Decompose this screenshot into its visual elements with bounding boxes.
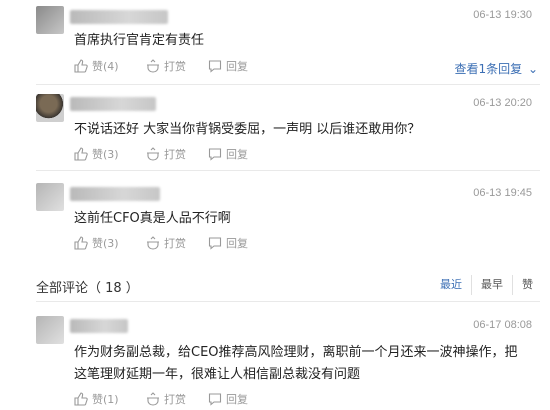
comment-time: 06-13 19:30 [473,9,532,21]
comment-actions: 赞(3) 打赏 回复 [74,146,274,164]
reply-button[interactable]: 回复 [208,235,248,251]
reply-label: 回复 [226,237,248,250]
thumbs-up-icon [74,147,88,161]
comment-item: 06-13 19:30 首席执行官肯定有责任 赞(4) 打赏 回复 查看1条回复… [0,0,550,84]
comment-time: 06-17 08:08 [473,319,532,331]
reply-label: 回复 [226,60,248,73]
sort-tab-likes[interactable]: 赞 [512,275,542,295]
sort-tab-latest[interactable]: 最近 [431,275,471,295]
chevron-down-icon: ⌄ [527,62,538,76]
comment-text: 这前任CFO真是人品不行啊 [74,211,231,226]
chat-bubble-icon [208,147,222,161]
reply-button[interactable]: 回复 [208,391,248,407]
comment-actions: 赞(1) 打赏 回复 [74,391,274,409]
reply-label: 回复 [226,148,248,161]
sort-tabs: 最近 最早 赞 [431,275,542,295]
avatar[interactable] [36,316,64,344]
chat-bubble-icon [208,392,222,406]
thumbs-up-icon [74,236,88,250]
tip-button[interactable]: 打赏 [146,146,186,162]
tip-button[interactable]: 打赏 [146,391,186,407]
like-button[interactable]: 赞(3) [74,235,119,251]
view-replies-label: 查看1条回复 [454,62,523,76]
comment-time: 06-13 19:45 [473,187,532,199]
like-button[interactable]: 赞(4) [74,58,119,74]
like-button[interactable]: 赞(3) [74,146,119,162]
avatar[interactable] [36,6,64,34]
username-blurred[interactable] [70,10,168,24]
comment-actions: 赞(3) 打赏 回复 [74,235,274,253]
all-comments-header: 全部评论（ 18 ） 最近 最早 赞 [0,268,550,300]
tip-label: 打赏 [164,393,186,406]
like-count: 赞(1) [92,393,119,406]
like-count: 赞(3) [92,148,119,161]
tip-button[interactable]: 打赏 [146,235,186,251]
reply-label: 回复 [226,393,248,406]
username-blurred[interactable] [70,187,160,201]
username-blurred[interactable] [70,97,156,111]
tip-label: 打赏 [164,148,186,161]
username-blurred[interactable] [70,319,128,333]
thumbs-up-icon [74,392,88,406]
comment-text: 作为财务副总裁，给CEO推荐高风险理财，离职前一个月还来一波神操作，把这笔理财延… [74,345,518,382]
reply-button[interactable]: 回复 [208,146,248,162]
comment-text: 不说话还好 大家当你背锅受委屈，一声明 以后谁还敢用你？ [74,122,421,137]
comment-item: 06-17 08:08 作为财务副总裁，给CEO推荐高风险理财，离职前一个月还来… [0,302,550,410]
comment-actions: 赞(4) 打赏 回复 [74,58,274,76]
money-bag-icon [146,392,160,406]
like-count: 赞(4) [92,60,119,73]
comment-text: 首席执行官肯定有责任 [74,33,205,48]
tip-button[interactable]: 打赏 [146,58,186,74]
tip-label: 打赏 [164,237,186,250]
avatar[interactable] [36,183,64,211]
comment-item: 06-13 20:20 不说话还好 大家当你背锅受委屈，一声明 以后谁还敢用你？… [0,85,550,169]
sort-tab-earliest[interactable]: 最早 [471,275,512,295]
money-bag-icon [146,59,160,73]
all-comments-title: 全部评论（ 18 ） [36,281,139,296]
view-replies-link[interactable]: 查看1条回复 ⌄ [454,60,538,77]
money-bag-icon [146,147,160,161]
thumbs-up-icon [74,59,88,73]
chat-bubble-icon [208,236,222,250]
money-bag-icon [146,236,160,250]
tip-label: 打赏 [164,60,186,73]
chat-bubble-icon [208,59,222,73]
like-count: 赞(3) [92,237,119,250]
reply-button[interactable]: 回复 [208,58,248,74]
like-button[interactable]: 赞(1) [74,391,119,407]
comment-item: 06-13 19:45 这前任CFO真是人品不行啊 赞(3) 打赏 回复 [0,171,550,259]
avatar[interactable] [36,94,64,122]
comment-time: 06-13 20:20 [473,97,532,109]
